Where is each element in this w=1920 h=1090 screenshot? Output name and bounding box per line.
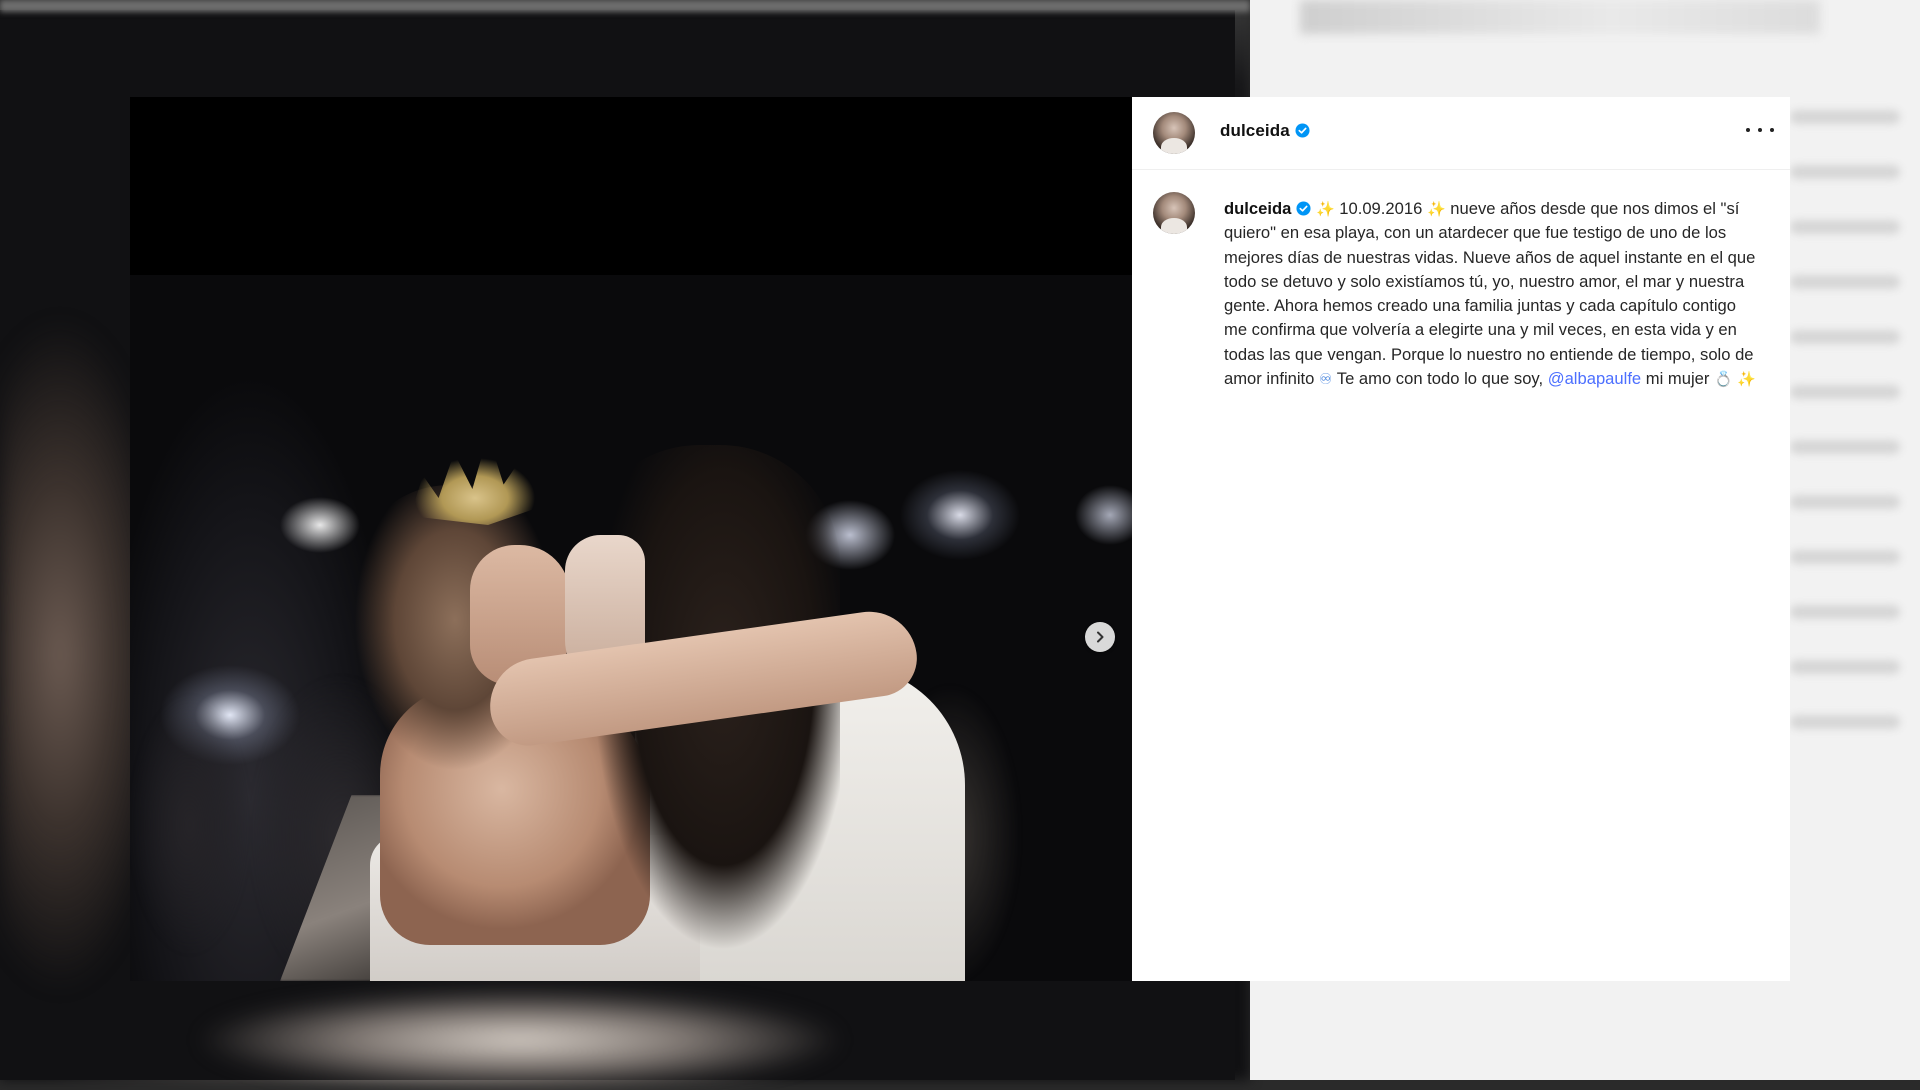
background-blur-row [1790,440,1900,454]
post-details-panel: dulceida dulceida ✨ 10.09.2016 ✨ nueve a… [1132,97,1790,981]
header-username-text[interactable]: dulceida [1220,121,1290,140]
ring-emoji: 💍 [1714,370,1733,389]
post-caption: dulceida ✨ 10.09.2016 ✨ nueve años desde… [1224,197,1759,391]
caption-text-after: Te amo con todo lo que soy, [1336,369,1544,389]
mention-link[interactable]: @albapaulfe [1548,369,1641,388]
background-blur-row [1790,660,1900,674]
photo-crown [410,435,540,525]
more-horizontal-icon [1770,128,1774,132]
background-blur-row [1790,605,1900,619]
chevron-right-icon [1097,631,1104,643]
more-horizontal-icon [1746,128,1750,132]
caption-username[interactable]: dulceida [1224,199,1291,218]
background-blur-row [1790,550,1900,564]
sparkles-emoji: ✨ [1737,370,1757,389]
background-blur-row [1790,275,1900,289]
background-blur-row [1790,495,1900,509]
background-blur-row [1790,220,1900,234]
post-photo[interactable] [130,275,1132,981]
caption-text-end: mi mujer [1645,369,1710,389]
media-letterbox [130,97,1132,275]
next-media-button[interactable] [1085,622,1115,652]
sparkles-emoji: ✨ [1426,200,1446,218]
background-blur-row [1790,715,1900,729]
background-blur-row [1790,385,1900,399]
header-username[interactable]: dulceida [1220,121,1310,141]
caption-text-main: nueve años desde que nos dimos el "sí qu… [1224,199,1756,389]
post-header: dulceida [1132,97,1790,170]
verified-badge-icon [1296,201,1311,216]
sparkles-emoji: ✨ [1315,200,1335,218]
verified-badge-icon [1295,123,1310,138]
caption-avatar[interactable] [1153,192,1195,234]
avatar[interactable] [1153,112,1195,154]
background-blur-row [1790,165,1900,179]
background-blur-row [1790,330,1900,344]
post-media [130,97,1132,981]
background-blur-header [1300,0,1820,34]
background-top-strip [0,0,1250,12]
more-horizontal-icon [1758,128,1762,132]
caption-date: 10.09.2016 [1339,199,1423,218]
background-blur-row [1790,110,1900,124]
more-options-button[interactable] [1746,122,1774,138]
instagram-post: dulceida dulceida ✨ 10.09.2016 ✨ nueve a… [130,97,1790,981]
infinity-emoji: ♾ [1319,370,1333,389]
